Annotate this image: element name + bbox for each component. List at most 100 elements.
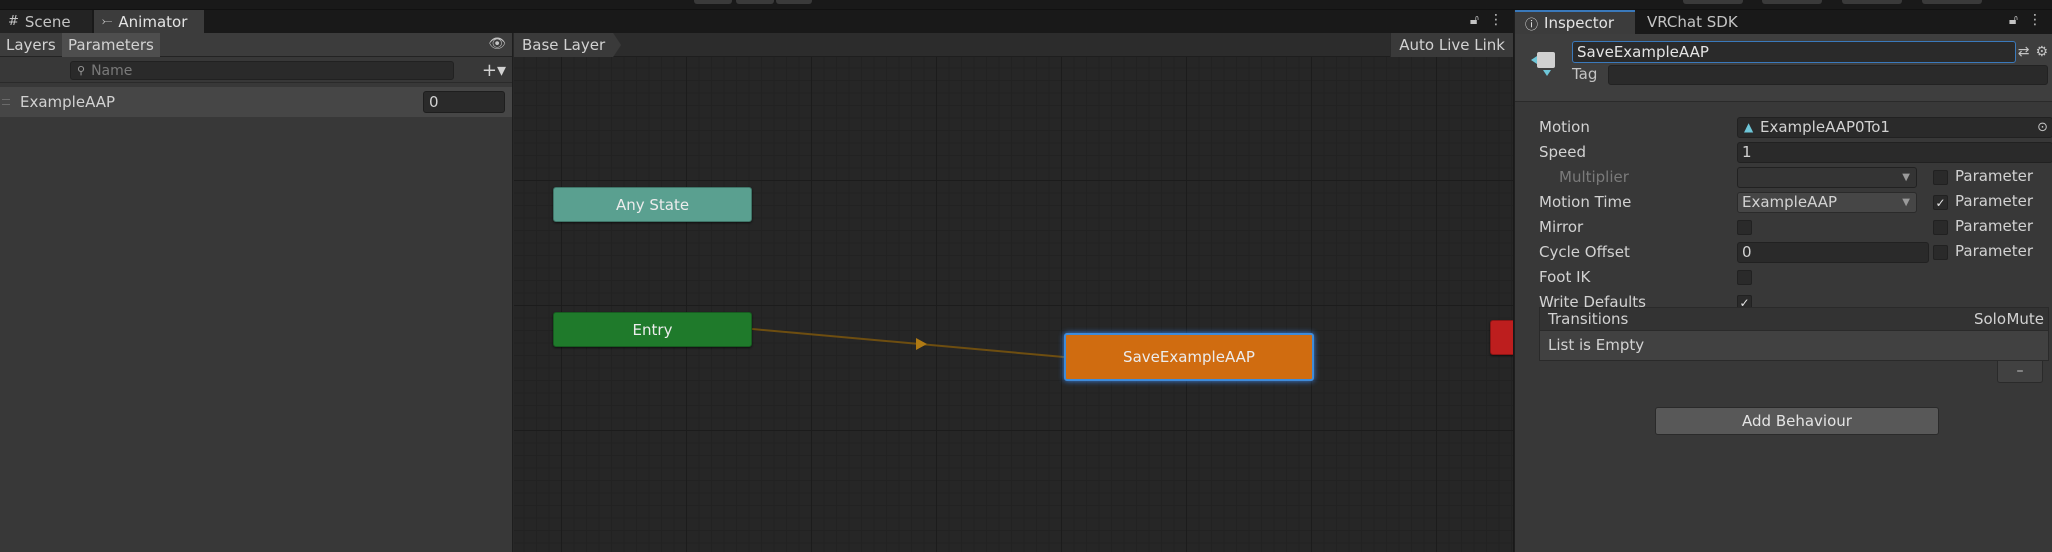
parameter-name: ExampleAAP bbox=[20, 93, 116, 111]
unity-editor: # Scene ⤚ Animator 🔓︎ ⋮ Layers Parameter… bbox=[0, 0, 2052, 552]
animator-state-icon bbox=[1531, 52, 1555, 76]
multiplier-dropdown: ▼ bbox=[1737, 167, 1917, 188]
multiplier-parameter-checkbox[interactable] bbox=[1933, 170, 1948, 185]
multiplier-label: Multiplier bbox=[1559, 168, 1629, 186]
motion-time-value: ExampleAAP bbox=[1742, 193, 1838, 211]
foot-ik-checkbox[interactable] bbox=[1737, 270, 1752, 285]
toolbar-button[interactable] bbox=[1762, 0, 1822, 4]
exit-node[interactable] bbox=[1490, 320, 1513, 355]
more-options-icon[interactable]: ⋮ bbox=[1489, 12, 1503, 28]
add-parameter-button[interactable]: +▾ bbox=[482, 60, 506, 81]
transitions-title: Transitions bbox=[1548, 310, 1629, 328]
toolbar-button[interactable] bbox=[776, 0, 812, 4]
parameter-search-row: ⚲ Name +▾ bbox=[0, 57, 512, 83]
tag-label: Tag bbox=[1572, 65, 1598, 83]
transition-edges bbox=[751, 328, 1065, 358]
chevron-down-icon: ▼ bbox=[1902, 172, 1910, 183]
state-machine-graph[interactable]: Base Layer Auto Live Link Any State Entr… bbox=[514, 33, 1513, 552]
animator-window: # Scene ⤚ Animator 🔓︎ ⋮ Layers Parameter… bbox=[0, 10, 1513, 552]
animator-side-panel: Layers Parameters 👁︎ ⚲ Name +▾ ExampleAA… bbox=[0, 33, 513, 552]
mirror-checkbox[interactable] bbox=[1737, 220, 1752, 235]
cycle-offset-label: Cycle Offset bbox=[1539, 243, 1630, 261]
motion-value: ExampleAAP0To1 bbox=[1760, 118, 1890, 136]
toolbar-button[interactable] bbox=[694, 0, 732, 4]
animation-clip-icon: ▲ bbox=[1744, 120, 1754, 134]
motion-field[interactable]: ▲ ExampleAAP0To1 ⊙ bbox=[1737, 117, 2052, 138]
motion-label: Motion bbox=[1539, 118, 1590, 136]
parameter-label: Parameter bbox=[1955, 242, 2034, 260]
eye-icon[interactable]: 👁︎ bbox=[488, 36, 506, 52]
motion-time-label: Motion Time bbox=[1539, 193, 1632, 211]
preset-icon[interactable]: ⇄ bbox=[2018, 44, 2030, 60]
search-placeholder: Name bbox=[91, 62, 133, 79]
inspector-window: ⓘ Inspector VRChat SDK 🔓︎ ⋮ SaveExampleA… bbox=[1514, 10, 2052, 552]
grid-icon: # bbox=[8, 14, 19, 29]
tab-label: Layers bbox=[6, 36, 56, 54]
transitions-list: List is Empty bbox=[1539, 330, 2049, 361]
layers-parameters-tabs: Layers Parameters 👁︎ bbox=[0, 33, 512, 57]
parameter-row[interactable]: ExampleAAP 0 bbox=[0, 87, 512, 117]
window-tab-bar: # Scene ⤚ Animator 🔓︎ ⋮ bbox=[0, 10, 1513, 33]
inspector-header: SaveExampleAAP Tag ⇄ ⚙ bbox=[1515, 34, 2052, 102]
toolbar-button[interactable] bbox=[1922, 0, 1982, 4]
lock-icon[interactable]: 🔓︎ bbox=[1470, 12, 1479, 28]
parameter-label: Parameter bbox=[1955, 217, 2034, 235]
mirror-label: Mirror bbox=[1539, 218, 1584, 236]
toolbar-button[interactable] bbox=[736, 0, 774, 4]
state-name-field[interactable]: SaveExampleAAP bbox=[1572, 41, 2016, 63]
search-icon: ⚲ bbox=[77, 64, 86, 77]
speed-field[interactable]: 1 bbox=[1737, 142, 2052, 163]
parameter-label: Parameter bbox=[1955, 167, 2034, 185]
parameter-label: Parameter bbox=[1955, 192, 2034, 210]
toolbar-button[interactable] bbox=[1842, 0, 1902, 4]
transitions-header: Transitions Solo Mute bbox=[1539, 307, 2049, 330]
inspector-tab-bar: ⓘ Inspector VRChat SDK 🔓︎ ⋮ bbox=[1515, 10, 2052, 34]
object-picker-icon[interactable]: ⊙ bbox=[2037, 118, 2048, 137]
tab-vrchat-sdk[interactable]: VRChat SDK bbox=[1637, 10, 1749, 34]
breadcrumb-bar: Base Layer Auto Live Link bbox=[514, 33, 1513, 57]
motion-time-parameter-checkbox[interactable]: ✓ bbox=[1933, 195, 1948, 210]
entry-transition-line[interactable] bbox=[751, 328, 1065, 358]
breadcrumb-base-layer[interactable]: Base Layer bbox=[514, 33, 621, 57]
parameter-search-input[interactable]: ⚲ Name bbox=[70, 61, 454, 80]
tag-field[interactable] bbox=[1608, 65, 2048, 85]
lock-icon[interactable]: 🔓︎ bbox=[2009, 12, 2018, 28]
tab-label: Scene bbox=[24, 12, 71, 31]
gear-icon[interactable]: ⚙ bbox=[2035, 44, 2048, 60]
top-toolbar-strip bbox=[0, 0, 2052, 10]
tab-label: Parameters bbox=[68, 36, 154, 54]
selected-state-node[interactable]: SaveExampleAAP bbox=[1064, 333, 1314, 381]
cycle-offset-field[interactable]: 0 bbox=[1737, 242, 1929, 263]
any-state-node[interactable]: Any State bbox=[553, 187, 752, 222]
drag-handle-icon[interactable] bbox=[2, 99, 10, 105]
transition-arrow-icon bbox=[916, 338, 927, 350]
more-options-icon[interactable]: ⋮ bbox=[2028, 12, 2042, 28]
toolbar-button[interactable] bbox=[1683, 0, 1743, 4]
tab-layers[interactable]: Layers bbox=[0, 33, 62, 57]
tab-inspector[interactable]: ⓘ Inspector bbox=[1515, 10, 1635, 34]
inspector-actions: 🔓︎ ⋮ bbox=[2009, 12, 2042, 28]
animator-icon: ⤚ bbox=[102, 14, 113, 29]
header-buttons: ⇄ ⚙ bbox=[2018, 44, 2048, 60]
window-actions: 🔓︎ ⋮ bbox=[1470, 12, 1503, 28]
remove-transition-button[interactable]: – bbox=[1997, 361, 2043, 383]
parameter-value-field[interactable]: 0 bbox=[423, 91, 505, 113]
mirror-parameter-checkbox[interactable] bbox=[1933, 220, 1948, 235]
entry-node[interactable]: Entry bbox=[553, 312, 752, 347]
info-icon: ⓘ bbox=[1525, 17, 1539, 33]
cycle-offset-parameter-checkbox[interactable] bbox=[1933, 245, 1948, 260]
tab-label: Inspector bbox=[1544, 14, 1614, 32]
auto-live-link-toggle[interactable]: Auto Live Link bbox=[1390, 33, 1513, 57]
tab-label: Animator bbox=[118, 12, 188, 31]
tab-label: VRChat SDK bbox=[1647, 13, 1738, 31]
motion-time-dropdown[interactable]: ExampleAAP ▼ bbox=[1737, 192, 1917, 213]
solo-column: Solo bbox=[1973, 310, 2006, 328]
speed-label: Speed bbox=[1539, 143, 1587, 161]
tab-parameters[interactable]: Parameters bbox=[62, 33, 160, 57]
tab-scene[interactable]: # Scene bbox=[0, 10, 92, 33]
chevron-down-icon: ▼ bbox=[1902, 197, 1910, 208]
add-behaviour-button[interactable]: Add Behaviour bbox=[1655, 407, 1939, 435]
foot-ik-label: Foot IK bbox=[1539, 268, 1591, 286]
mute-column: Mute bbox=[2006, 310, 2044, 328]
tab-animator[interactable]: ⤚ Animator bbox=[94, 10, 204, 33]
